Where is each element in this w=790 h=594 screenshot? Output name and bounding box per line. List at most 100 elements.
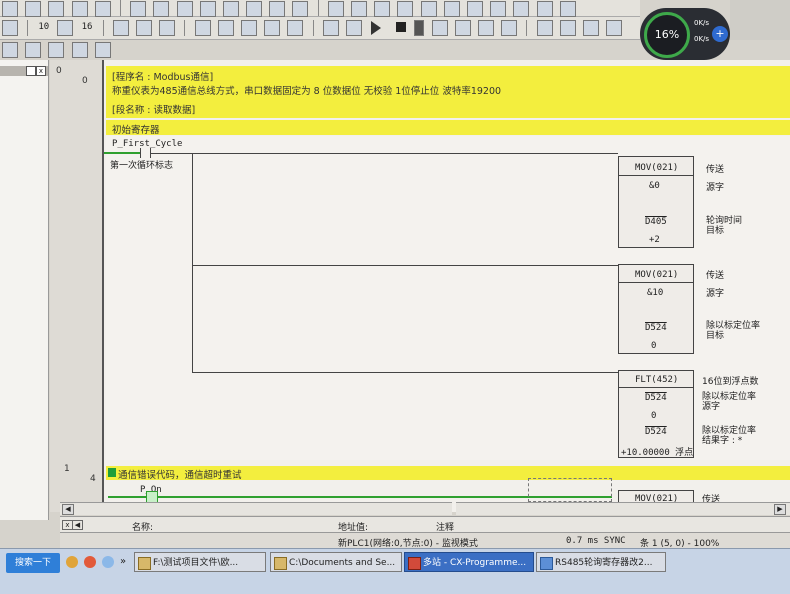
instruction-block-mov-2[interactable]: MOV(021) &10 D524 0 — [618, 264, 694, 354]
operand-dest: D524 — [645, 427, 667, 437]
step-icon[interactable] — [478, 20, 494, 36]
tool-icon[interactable] — [240, 20, 257, 36]
rung-comment-bar: 通信错误代码，通信超时重试 — [106, 466, 790, 481]
scroll-left-icon[interactable]: ◀ — [72, 520, 83, 530]
tool-icon[interactable] — [513, 1, 530, 17]
step-icon[interactable] — [431, 20, 448, 36]
rung-number-column — [50, 60, 103, 512]
tool-icon[interactable] — [153, 1, 170, 17]
tool-icon[interactable] — [420, 1, 437, 17]
step-icon[interactable] — [454, 20, 471, 36]
tool-icon[interactable] — [374, 1, 391, 17]
operand-dest: D524 — [645, 323, 667, 333]
plus-icon[interactable]: + — [712, 26, 728, 42]
rung-comment: 初始寄存器 — [112, 125, 160, 136]
step-number: 4 — [90, 474, 96, 484]
tool-icon[interactable] — [559, 1, 576, 17]
contact-left — [140, 148, 141, 158]
operand-value: 0 — [651, 341, 657, 351]
tool-icon[interactable] — [443, 1, 460, 17]
taskbar-item-folder[interactable]: C:\Documents and Se... — [270, 552, 402, 572]
tool-icon[interactable] — [397, 1, 414, 17]
tool-icon[interactable] — [25, 42, 42, 58]
operand-value: 0 — [651, 411, 657, 421]
horizontal-scrollbar[interactable]: ◀ — [60, 502, 452, 515]
tool-icon[interactable] — [136, 20, 152, 36]
radix-16-button[interactable]: 16 — [82, 22, 93, 32]
rung-wire — [192, 265, 618, 266]
watch-bar: x ◀ 名称: 地址值: 注释 — [60, 516, 790, 533]
tool-icon[interactable] — [322, 20, 339, 36]
tool-icon[interactable] — [269, 1, 286, 17]
tool-icon[interactable] — [2, 42, 18, 58]
tool-icon[interactable] — [559, 20, 576, 36]
tool-icon[interactable] — [112, 20, 129, 36]
tool-icon[interactable] — [222, 1, 239, 17]
tool-icon[interactable] — [292, 1, 309, 17]
network-monitor-widget: 16% 0K/s 0K/s + — [640, 8, 730, 60]
pause-icon[interactable] — [414, 20, 425, 36]
tool-icon[interactable] — [345, 20, 362, 36]
tool-icon[interactable] — [287, 20, 304, 36]
tool-icon[interactable] — [246, 1, 263, 17]
app-icon[interactable] — [102, 556, 114, 568]
taskbar-item-document[interactable]: RS485轮询寄存器改2... — [536, 552, 666, 572]
taskbar-item-label: 多站 - CX-Programme... — [423, 558, 527, 568]
tool-icon[interactable] — [351, 1, 367, 17]
tool-icon[interactable] — [606, 20, 623, 36]
tool-icon[interactable] — [490, 1, 507, 17]
tool-icon[interactable] — [217, 20, 234, 36]
tool-icon[interactable] — [25, 1, 42, 17]
step-number: 0 — [82, 76, 88, 86]
energized-wire — [104, 152, 140, 154]
operand-comment: 源字 — [706, 183, 725, 193]
tool-icon[interactable] — [159, 20, 176, 36]
taskbar-item-cx-programmer[interactable]: 多站 - CX-Programme... — [404, 552, 534, 572]
instruction-block-mov-1[interactable]: MOV(021) &0 D405 +2 — [618, 156, 694, 248]
app-icon[interactable] — [84, 556, 96, 568]
restore-icon[interactable] — [26, 66, 36, 76]
scroll-right-icon[interactable]: ▶ — [774, 504, 786, 515]
tool-icon[interactable] — [176, 1, 193, 17]
horizontal-scrollbar-right[interactable]: ▶ — [456, 502, 790, 515]
search-button[interactable]: 搜索一下 — [6, 553, 60, 573]
scroll-left-icon[interactable]: ◀ — [62, 504, 74, 515]
cursor-selection[interactable] — [528, 478, 612, 502]
tool-icon[interactable] — [536, 20, 553, 36]
taskbar-item-folder[interactable]: F:\测试项目文件\欧... — [134, 552, 266, 572]
run-icon[interactable] — [371, 21, 388, 35]
tool-icon[interactable] — [130, 1, 147, 17]
instr-comment: 传送 — [706, 271, 725, 281]
tool-icon[interactable] — [536, 1, 553, 17]
tool-icon[interactable] — [199, 1, 216, 17]
stop-icon[interactable] — [396, 22, 407, 32]
tool-icon[interactable] — [48, 1, 65, 17]
rung-number: 1 — [64, 464, 70, 474]
operand-value: +10.00000 浮点 — [621, 448, 694, 458]
tool-icon[interactable] — [327, 1, 344, 17]
tool-icon[interactable] — [57, 20, 74, 36]
tool-icon[interactable] — [2, 1, 18, 17]
instruction-name: MOV(021) — [635, 270, 679, 280]
tool-icon[interactable] — [94, 1, 111, 17]
tool-icon[interactable] — [466, 1, 483, 17]
instruction-block-flt[interactable]: FLT(452) D524 0 D524 +10.00000 浮点 — [618, 370, 694, 458]
tool-icon[interactable] — [194, 20, 211, 36]
toolbar-row-2: 10 16 — [0, 17, 640, 58]
tool-icon[interactable] — [582, 20, 599, 36]
tool-icon[interactable] — [71, 1, 88, 17]
contact-comment: 第一次循环标志 — [110, 161, 174, 171]
tool-icon[interactable] — [48, 42, 65, 58]
radix-10-button[interactable]: 10 — [38, 22, 49, 32]
operand-comment: 源字 — [706, 289, 725, 299]
tool-icon[interactable] — [94, 42, 111, 58]
tool-icon[interactable] — [2, 20, 18, 36]
tool-icon[interactable] — [71, 42, 88, 58]
rung-comment-bar: 初始寄存器 — [106, 120, 790, 136]
program-comment-block: [程序名 : Modbus通信] 称重仪表为485通信总线方式，串口数据固定为 … — [106, 66, 790, 118]
chevron-right-icon[interactable]: » — [120, 556, 126, 567]
close-icon[interactable]: x — [36, 66, 46, 76]
app-icon[interactable] — [66, 556, 78, 568]
step-icon[interactable] — [501, 20, 518, 36]
tool-icon[interactable] — [264, 20, 281, 36]
